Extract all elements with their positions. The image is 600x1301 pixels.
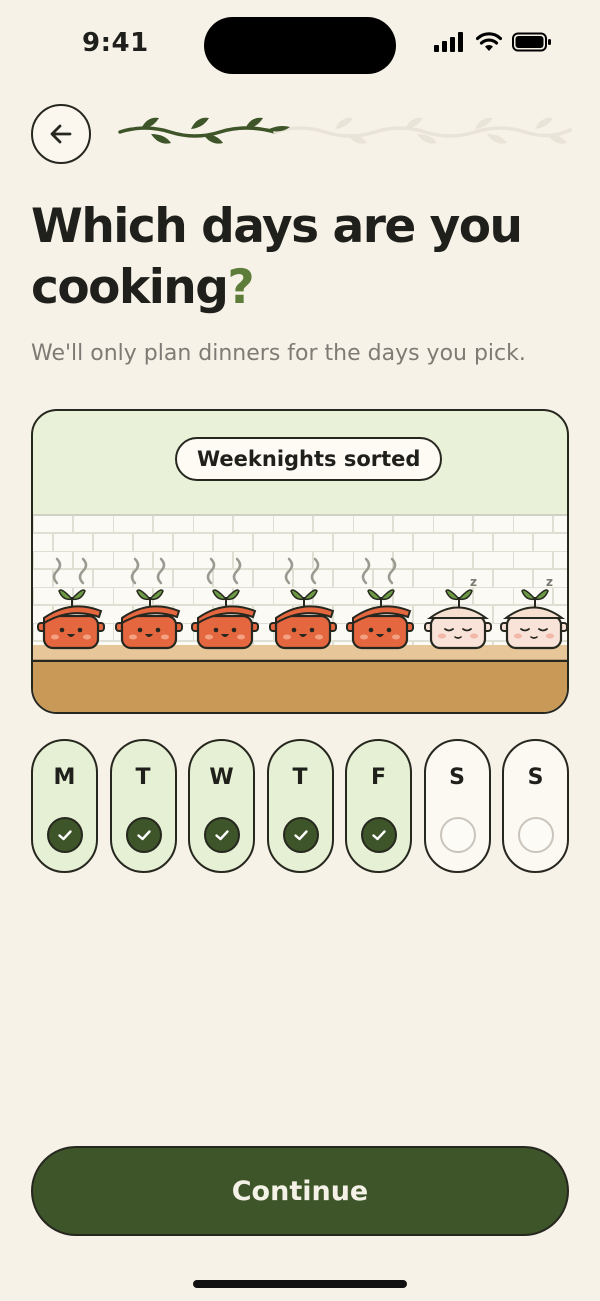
status-icons <box>434 32 552 52</box>
dynamic-island <box>204 17 396 74</box>
check-icon <box>125 817 162 853</box>
page-title-text: Which days are you cooking <box>31 199 523 315</box>
battery-icon <box>512 32 551 52</box>
day-toggle-tuesday[interactable]: T <box>109 739 177 873</box>
day-letter: S <box>449 765 465 790</box>
arrow-left-icon <box>50 124 72 144</box>
check-icon <box>361 817 397 853</box>
progress-leaves-todo <box>335 117 567 144</box>
day-toggle-friday[interactable]: F <box>345 739 412 873</box>
page-title: Which days are you cooking? <box>31 196 571 318</box>
wifi-icon <box>476 32 502 51</box>
status-bar: 9:41 <box>0 0 600 90</box>
day-letter: F <box>370 765 387 790</box>
check-icon <box>282 817 319 853</box>
check-icon <box>47 817 83 853</box>
progress-vine <box>118 117 572 144</box>
continue-button[interactable]: Continue <box>31 1146 569 1236</box>
status-time: 9:41 <box>82 28 149 58</box>
check-icon <box>204 817 240 853</box>
empty-circle-icon <box>518 817 554 853</box>
illustration-card: z z Weeknights sorted <box>31 409 569 714</box>
day-letter: M <box>53 765 76 790</box>
day-letter: S <box>527 765 544 790</box>
day-toggle-thursday[interactable]: T <box>266 739 334 873</box>
day-letter: T <box>135 765 151 790</box>
day-toggle-monday[interactable]: M <box>31 739 98 873</box>
svg-text:z: z <box>470 575 477 589</box>
page-title-accent: ? <box>227 260 254 315</box>
day-letter: T <box>292 765 308 790</box>
day-toggle-saturday[interactable]: S <box>423 739 491 873</box>
day-toggle-sunday[interactable]: S <box>502 739 569 873</box>
home-indicator <box>193 1280 407 1288</box>
back-button[interactable] <box>31 104 91 164</box>
svg-text:z: z <box>546 575 553 589</box>
counter-front <box>33 662 567 712</box>
day-toggle-wednesday[interactable]: W <box>188 739 255 873</box>
empty-circle-icon <box>439 817 476 853</box>
subtitle: We'll only plan dinners for the days you… <box>31 341 526 366</box>
day-letter: W <box>209 765 234 790</box>
illustration-badge: Weeknights sorted <box>175 437 443 481</box>
day-selector: M T W T F S S <box>31 739 569 873</box>
signal-icon <box>434 32 463 52</box>
